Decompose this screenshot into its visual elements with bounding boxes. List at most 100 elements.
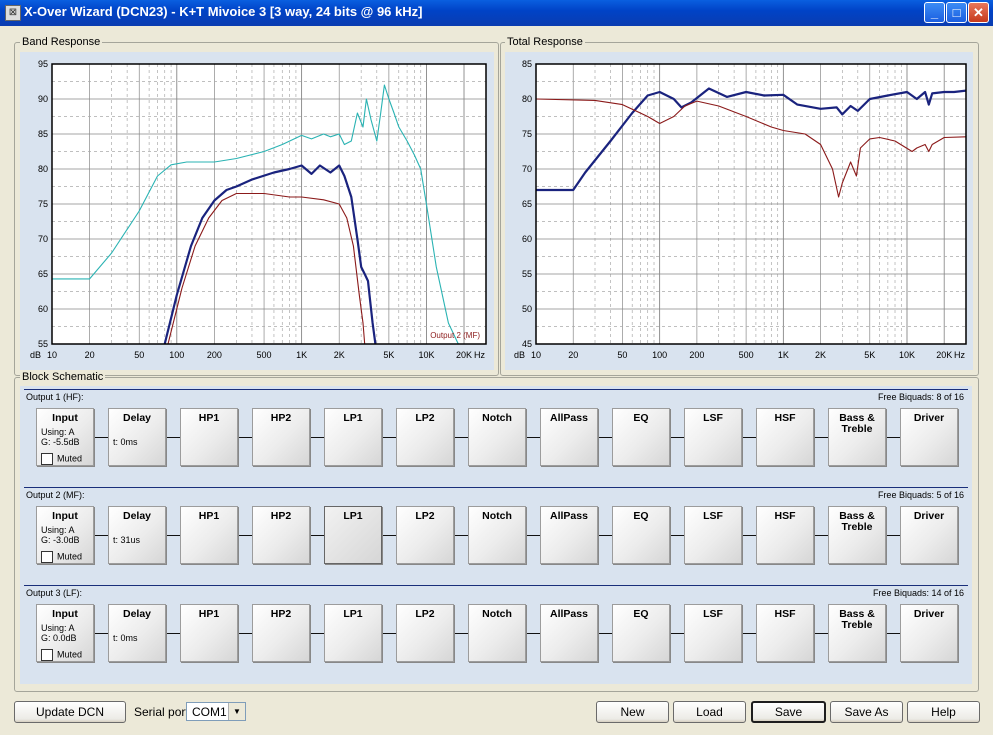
block-label: Delay — [122, 412, 152, 424]
y-tick-label: 80 — [38, 164, 48, 174]
block-notch[interactable]: Notch — [468, 408, 526, 466]
block-allpass[interactable]: AllPass — [540, 506, 598, 564]
block-notch[interactable]: Notch — [468, 604, 526, 662]
free-biquads-label: Free Biquads: 14 of 16 — [872, 588, 964, 598]
block-label: HP2 — [270, 608, 292, 620]
x-tick-label: 50 — [134, 350, 144, 360]
serial-port-select[interactable]: COM1 ▼ — [186, 702, 246, 721]
block-lp2[interactable]: LP2 — [396, 604, 454, 662]
row-label: Output 1 (HF): — [26, 392, 84, 402]
connector-line — [454, 535, 468, 536]
block-lsf[interactable]: LSF — [684, 604, 742, 662]
block-input[interactable]: Input Using: A G: -3.0dB Muted — [36, 506, 94, 564]
connector-line — [598, 633, 612, 634]
help-button[interactable]: Help — [907, 701, 980, 723]
block-label: Notch — [482, 608, 512, 620]
input-gain-label: G: -3.0dB — [41, 535, 80, 545]
x-tick-label: 10K — [899, 350, 915, 360]
checkbox-box[interactable] — [41, 453, 53, 465]
load-button[interactable]: Load — [673, 701, 746, 723]
block-bass-treble[interactable]: Bass & Treble — [828, 604, 886, 662]
y-tick-label: 75 — [38, 199, 48, 209]
checkbox-box[interactable] — [41, 551, 53, 563]
x-tick-label: 200 — [689, 350, 704, 360]
x-tick-label: 20 — [85, 350, 95, 360]
total-response-chart[interactable]: 45 50 55 60 65 70 75 80 85 10 20 50 100 200 500 1K 2K 5K 1… — [505, 52, 973, 370]
block-bass-treble[interactable]: Bass & Treble — [828, 506, 886, 564]
block-lsf[interactable]: LSF — [684, 506, 742, 564]
block-lsf[interactable]: LSF — [684, 408, 742, 466]
block-delay[interactable]: Delay t: 0ms — [108, 408, 166, 466]
block-lp2[interactable]: LP2 — [396, 506, 454, 564]
block-driver[interactable]: Driver — [900, 408, 958, 466]
block-lp1[interactable]: LP1 — [324, 604, 382, 662]
block-label: AllPass — [550, 608, 588, 620]
x-tick-label: 100 — [652, 350, 667, 360]
minimize-icon[interactable]: _ — [924, 2, 945, 23]
new-button[interactable]: New — [596, 701, 669, 723]
x-tick-label: 1K — [778, 350, 789, 360]
block-label: Bass & Treble — [839, 412, 875, 435]
muted-checkbox[interactable]: Muted — [41, 649, 82, 661]
block-eq[interactable]: EQ — [612, 506, 670, 564]
delay-value: t: 0ms — [113, 437, 138, 447]
block-hp2[interactable]: HP2 — [252, 408, 310, 466]
block-hsf[interactable]: HSF — [756, 408, 814, 466]
block-hp1[interactable]: HP1 — [180, 506, 238, 564]
y-tick-label: 70 — [38, 234, 48, 244]
serial-port-value: COM1 — [192, 705, 227, 719]
block-label: LP2 — [415, 608, 435, 620]
x-tick-label: 20 — [568, 350, 578, 360]
connector-line — [598, 535, 612, 536]
block-label: LSF — [703, 510, 723, 522]
close-icon[interactable]: ✕ — [968, 2, 989, 23]
block-eq[interactable]: EQ — [612, 408, 670, 466]
block-allpass[interactable]: AllPass — [540, 408, 598, 466]
block-label: Input — [52, 608, 78, 620]
block-eq[interactable]: EQ — [612, 604, 670, 662]
save-as-button[interactable]: Save As — [830, 701, 903, 723]
block-hp2[interactable]: HP2 — [252, 506, 310, 564]
block-bass-treble[interactable]: Bass & Treble — [828, 408, 886, 466]
band-response-chart-area: 55 60 65 70 75 80 85 90 95 10 20 50 100 200 500 1K 2K 5K 1… — [20, 52, 552, 370]
block-lp1[interactable]: LP1 — [324, 408, 382, 466]
connector-line — [166, 437, 180, 438]
block-hp1[interactable]: HP1 — [180, 408, 238, 466]
band-response-chart[interactable]: 55 60 65 70 75 80 85 90 95 10 20 50 100 200 500 1K 2K 5K 1… — [20, 52, 552, 370]
block-label: Driver — [913, 608, 945, 620]
x-tick-label: 1K — [296, 350, 307, 360]
connector-line — [742, 633, 756, 634]
y-tick-label: 90 — [38, 94, 48, 104]
muted-checkbox[interactable]: Muted — [41, 551, 82, 563]
block-input[interactable]: Input Using: A G: 0.0dB Muted — [36, 604, 94, 662]
muted-label: Muted — [57, 453, 83, 464]
block-lp1[interactable]: LP1 — [324, 506, 382, 564]
connector-line — [742, 437, 756, 438]
checkbox-box[interactable] — [41, 649, 53, 661]
muted-checkbox[interactable]: Muted — [41, 453, 82, 465]
block-hp1[interactable]: HP1 — [180, 604, 238, 662]
input-using-label: Using: A — [41, 623, 75, 633]
block-delay[interactable]: Delay t: 31us — [108, 506, 166, 564]
block-hsf[interactable]: HSF — [756, 506, 814, 564]
save-button[interactable]: Save — [751, 701, 826, 723]
output-row: Output 1 (HF): Free Biquads: 8 of 16 Input… — [24, 389, 968, 485]
block-delay[interactable]: Delay t: 0ms — [108, 604, 166, 662]
output-row: Output 2 (MF): Free Biquads: 5 of 16 Input… — [24, 487, 968, 583]
block-hsf[interactable]: HSF — [756, 604, 814, 662]
update-dcn-button[interactable]: Update DCN — [14, 701, 126, 723]
title-bar: ⊠ X-Over Wizard (DCN23) - K+T Mivoice 3 … — [0, 0, 993, 26]
maximize-icon[interactable]: □ — [946, 2, 967, 23]
band-response-label: Band Response — [20, 36, 103, 48]
block-allpass[interactable]: AllPass — [540, 604, 598, 662]
block-lp2[interactable]: LP2 — [396, 408, 454, 466]
block-input[interactable]: Input Using: A G: -5.5dB Muted — [36, 408, 94, 466]
input-gain-label: G: 0.0dB — [41, 633, 77, 643]
block-driver[interactable]: Driver — [900, 604, 958, 662]
connector-line — [526, 437, 540, 438]
block-hp2[interactable]: HP2 — [252, 604, 310, 662]
app-icon: ⊠ — [5, 5, 21, 21]
block-driver[interactable]: Driver — [900, 506, 958, 564]
block-notch[interactable]: Notch — [468, 506, 526, 564]
chevron-down-icon[interactable]: ▼ — [228, 703, 245, 720]
